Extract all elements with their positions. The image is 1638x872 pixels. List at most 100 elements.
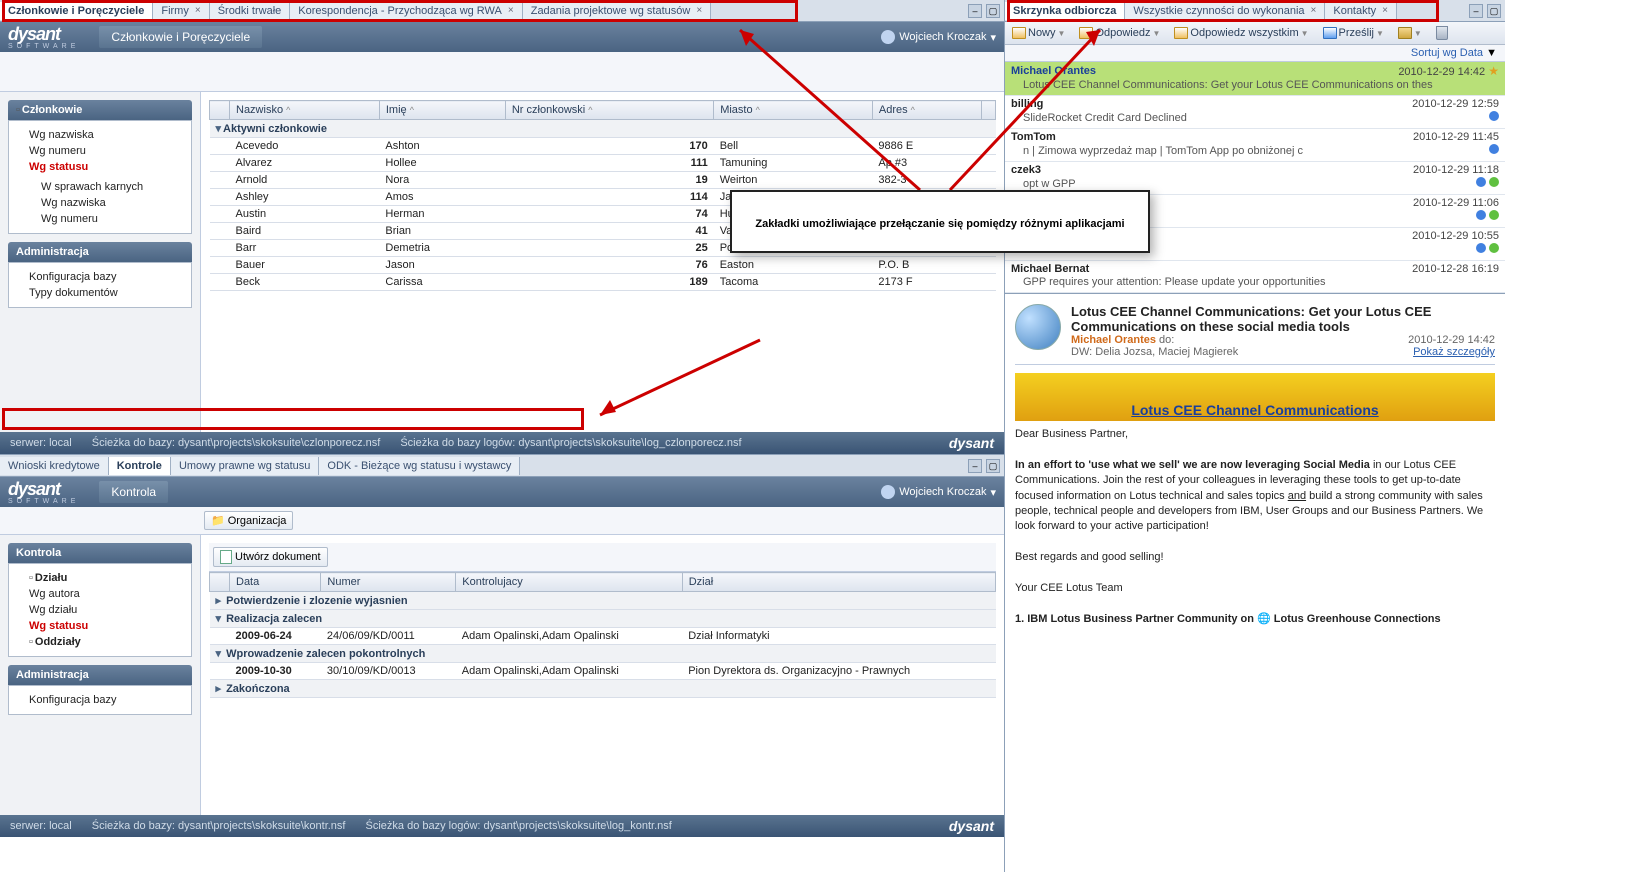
mail-delete-button[interactable]	[1433, 24, 1451, 42]
tab[interactable]: Zadania projektowe wg statusów×	[523, 2, 711, 20]
star-icon: ★	[1488, 64, 1499, 78]
minimize-icon[interactable]: –	[968, 459, 982, 473]
mail-subject: n | Zimowa wyprzedaż map | TomTom App po…	[1011, 143, 1499, 159]
tab[interactable]: Skrzynka odbiorcza	[1005, 2, 1125, 20]
sidebar-item[interactable]: Typy dokumentów	[17, 285, 183, 301]
panel2-toolbar: 📁 Organizacja	[0, 507, 1004, 535]
create-doc-button[interactable]: Utwórz dokument	[213, 547, 328, 567]
col-header[interactable]: Miasto ^	[714, 101, 873, 120]
col-header[interactable]: Data	[230, 573, 321, 592]
col-header[interactable]: Nr członkowski ^	[505, 101, 713, 120]
mail-preview: Lotus CEE Channel Communications: Get yo…	[1005, 294, 1505, 872]
show-details-link[interactable]: Pokaż szczegóły	[1413, 346, 1495, 358]
panel2-header: dysantSOFTWARE Kontrola Wojciech Kroczak…	[0, 477, 1004, 507]
group-row[interactable]: ▸ Potwierdzenie i zlozenie wyjasnien	[210, 592, 996, 610]
col-header[interactable]: Dział	[682, 573, 995, 592]
panel1-toolbar	[0, 52, 1004, 92]
sidebar-item[interactable]: Wg statusu	[17, 159, 183, 175]
tab[interactable]: Firmy×	[153, 2, 209, 20]
sidebar-item[interactable]: Wg działu	[17, 602, 183, 618]
mail-row[interactable]: TomTom2010-12-29 11:45 n | Zimowa wyprze…	[1005, 129, 1505, 162]
mail-list: Michael Orantes2010-12-29 14:42 ★Lotus C…	[1005, 62, 1505, 294]
tab[interactable]: Kontakty×	[1325, 2, 1397, 20]
col-header[interactable]: Numer	[321, 573, 456, 592]
group-row[interactable]: ▸ Zakończona	[210, 680, 996, 698]
table-row[interactable]: AlvarezHollee111TamuningAp #3	[210, 155, 996, 172]
table-row[interactable]: 2009-06-2424/06/09/KD/0011Adam Opalinski…	[210, 628, 996, 645]
close-icon[interactable]: ×	[696, 5, 702, 16]
close-icon[interactable]: ×	[1382, 5, 1388, 16]
mail-new-button[interactable]: Nowy▼	[1009, 25, 1068, 41]
annotation-callout: Zakładki umożliwiające przełączanie się …	[730, 190, 1150, 253]
tab[interactable]: Wszystkie czynności do wykonania×	[1125, 2, 1325, 20]
sort-link[interactable]: Sortuj wg Data	[1411, 47, 1483, 59]
forward-icon	[1323, 27, 1337, 39]
col-header[interactable]: Adres ^	[872, 101, 981, 120]
mail-reply-button[interactable]: Odpowiedz▼	[1076, 25, 1163, 41]
close-icon[interactable]: ×	[1311, 5, 1317, 16]
table-row[interactable]: BauerJason76EastonP.O. B	[210, 257, 996, 274]
status-dot	[1489, 243, 1499, 253]
tab[interactable]: Umowy prawne wg statusu	[171, 457, 319, 475]
sidebar-item[interactable]: Wg numeru	[17, 143, 183, 159]
mail-row[interactable]: Michael Bernat2010-12-28 16:19 GPP requi…	[1005, 261, 1505, 293]
sidebar-item[interactable]: ▫Działu	[17, 570, 183, 586]
user-icon	[881, 485, 895, 499]
folder-icon	[1398, 27, 1412, 39]
col-header[interactable]: Kontrolujacy	[456, 573, 682, 592]
col-header[interactable]: Imię ^	[379, 101, 505, 120]
mail-folder-button[interactable]: ▼	[1395, 25, 1425, 41]
tab[interactable]: Członkowie i Poręczyciele	[0, 2, 153, 20]
tab[interactable]: Środki trwałe	[210, 2, 291, 20]
close-icon[interactable]: ×	[508, 5, 514, 16]
restore-icon[interactable]: ▢	[1487, 4, 1501, 18]
sidebar-item[interactable]: Wg autora	[17, 586, 183, 602]
table-row[interactable]: AcevedoAshton170Bell9886 E	[210, 138, 996, 155]
mail-banner: Lotus CEE Channel Communications	[1015, 373, 1495, 421]
mail-icon	[1012, 27, 1026, 39]
sidebar-item[interactable]: Wg nazwiska	[17, 127, 183, 143]
panel2-title: Kontrola	[99, 481, 168, 503]
minimize-icon[interactable]: –	[1469, 4, 1483, 18]
sidebar-item[interactable]: W sprawach karnych	[17, 179, 183, 195]
mail-forward-button[interactable]: Prześlij▼	[1320, 25, 1387, 41]
status-dot	[1476, 243, 1486, 253]
panel1-title: Członkowie i Poręczyciele	[99, 26, 262, 48]
tab[interactable]: Korespondencja - Przychodząca wg RWA×	[290, 2, 522, 20]
panel2-footer: serwer: local Ścieżka do bazy: dysant\pr…	[0, 815, 1004, 837]
restore-icon[interactable]: ▢	[986, 459, 1000, 473]
table-row[interactable]: 2009-10-3030/10/09/KD/0013Adam Opalinski…	[210, 663, 996, 680]
restore-icon[interactable]: ▢	[986, 4, 1000, 18]
mail-date: 2010-12-29 11:45	[1413, 131, 1499, 143]
sidebar-item[interactable]: Konfiguracja bazy	[17, 692, 183, 708]
close-icon[interactable]: ×	[195, 5, 201, 16]
mail-row[interactable]: Michael Orantes2010-12-29 14:42 ★Lotus C…	[1005, 62, 1505, 96]
sidebar-item[interactable]: ▫Oddziały	[17, 634, 183, 650]
minimize-icon[interactable]: –	[968, 4, 982, 18]
org-button[interactable]: 📁 Organizacja	[204, 511, 293, 530]
table-row[interactable]: ArnoldNora19Weirton382-3	[210, 172, 996, 189]
group-row[interactable]: ▾Aktywni członkowie	[210, 120, 996, 138]
tab[interactable]: Wnioski kredytowe	[0, 457, 109, 475]
mail-date: 2010-12-28 16:19	[1412, 263, 1499, 275]
group-row[interactable]: ▾ Realizacja zalecen	[210, 610, 996, 628]
mail-toolbar: Nowy▼ Odpowiedz▼ Odpowiedz wszystkim▼ Pr…	[1005, 22, 1505, 45]
user-menu[interactable]: Wojciech Kroczak ▾	[881, 30, 996, 44]
group-row[interactable]: ▾ Wprowadzenie zalecen pokontrolnych	[210, 645, 996, 663]
table-row[interactable]: BeckCarissa189Tacoma2173 F	[210, 274, 996, 291]
mail-row[interactable]: billing2010-12-29 12:59 SlideRocket Cred…	[1005, 96, 1505, 129]
tab[interactable]: Kontrole	[109, 457, 171, 475]
sidebar-item[interactable]: Wg statusu	[17, 618, 183, 634]
mail-date: 2010-12-29 11:18	[1413, 164, 1499, 176]
sidebar-item[interactable]: Konfiguracja bazy	[17, 269, 183, 285]
sidebar-item[interactable]: Wg nazwiska	[17, 195, 183, 211]
tab[interactable]: ODK - Bieżące wg statusu i wystawcy	[319, 457, 520, 475]
col-header[interactable]: Nazwisko ^	[230, 101, 380, 120]
user-menu[interactable]: Wojciech Kroczak ▾	[881, 485, 996, 499]
sidebar-item[interactable]: Wg numeru	[17, 211, 183, 227]
mail-date: 2010-12-29 12:59	[1412, 98, 1499, 110]
panel2-sidebar: Kontrola ▫Działu Wg autoraWg działuWg st…	[0, 535, 200, 815]
panel1-sidebar: ▫Członkowie Wg nazwiskaWg numeruWg statu…	[0, 92, 200, 432]
logo: dysant	[8, 24, 79, 45]
mail-replyall-button[interactable]: Odpowiedz wszystkim▼	[1171, 25, 1311, 41]
